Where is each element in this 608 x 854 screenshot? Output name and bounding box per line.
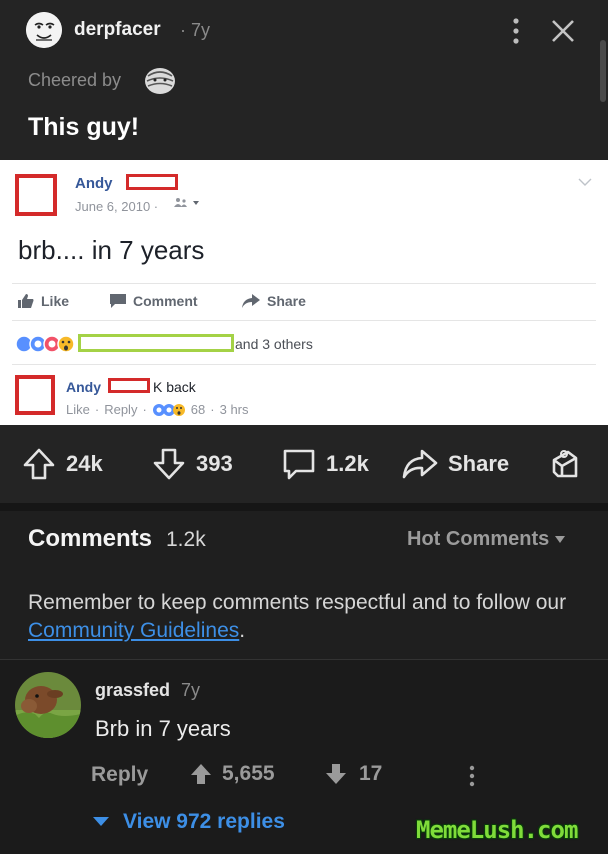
divider (12, 364, 596, 365)
section-separator (0, 503, 608, 511)
fb-reactions-text: and 3 others (235, 336, 313, 352)
comments-button[interactable]: 1.2k (282, 446, 369, 482)
comment-upvote-button[interactable]: 5,655 (190, 762, 275, 786)
fb-like-label: Like (41, 293, 70, 309)
caret-down-icon (555, 535, 566, 543)
fb-comment-action: Comment (110, 293, 198, 309)
fb-like-action: Like (18, 293, 69, 309)
commenter-avatar[interactable] (15, 672, 81, 738)
upvote-arrow-icon (191, 764, 211, 784)
fb-avatar-redacted (15, 375, 55, 415)
community-reminder: Remember to keep comments respectful and… (28, 589, 578, 645)
reaction-icons (14, 334, 76, 354)
award-button[interactable] (546, 446, 582, 482)
comment-downvote-count: 17 (359, 762, 383, 785)
fb-reply-like: Like (66, 402, 90, 417)
caret-down-icon (93, 817, 109, 826)
post-age: · 7y (180, 20, 211, 40)
comment-bubble-icon (283, 449, 315, 480)
upvote-arrow-icon (23, 448, 55, 480)
divider (12, 320, 596, 321)
divider (12, 283, 596, 284)
fb-author-name: Andy (75, 175, 113, 192)
redaction-box (126, 174, 178, 190)
commenter-username[interactable]: grassfed (95, 680, 170, 701)
op-username[interactable]: derpfacer (74, 19, 161, 41)
fb-reply-text: K back (153, 379, 196, 395)
downvote-button[interactable]: 393 (152, 446, 233, 482)
comment-body: Brb in 7 years (95, 716, 231, 741)
audience-icon (173, 197, 201, 212)
comment-bubble-icon (110, 294, 126, 308)
upvote-button[interactable]: 24k (22, 446, 103, 482)
community-guidelines-link[interactable]: Community Guidelines (28, 619, 239, 642)
sort-dropdown[interactable]: Hot Comments (407, 528, 566, 551)
scrollbar[interactable] (600, 40, 606, 102)
fb-reply-author: Andy (66, 379, 101, 395)
comment-count: 1.2k (326, 451, 369, 476)
fb-reply-meta: Like · Reply · 68 · 3 hrs (66, 402, 249, 417)
redaction-box (108, 378, 150, 393)
downvote-count: 393 (196, 451, 233, 476)
comment-upvote-count: 5,655 (222, 762, 275, 785)
fb-post-date: June 6, 2010 · (75, 199, 159, 214)
fb-comment-label: Comment (133, 293, 198, 309)
reminder-text: Remember to keep comments respectful and… (28, 591, 567, 614)
comment-downvote-button[interactable]: 17 (325, 762, 382, 786)
share-arrow-icon (242, 294, 260, 308)
more-options-icon[interactable] (508, 16, 524, 46)
comment-more-icon[interactable] (465, 764, 479, 788)
comments-title: Comments (28, 525, 153, 552)
reminder-suffix: . (239, 619, 246, 642)
reply-button[interactable]: Reply (91, 763, 148, 787)
fb-avatar-redacted (15, 174, 57, 216)
fb-share-label: Share (267, 293, 306, 309)
comment-age: 7y (181, 680, 201, 700)
upvote-count: 24k (66, 451, 103, 476)
fb-share-action: Share (242, 293, 306, 309)
view-replies-button[interactable]: View 972 replies (93, 810, 285, 834)
post-title: This guy! (28, 113, 140, 141)
view-replies-label: View 972 replies (123, 810, 285, 833)
reaction-icons (152, 403, 185, 416)
sort-label: Hot Comments (407, 528, 550, 550)
downvote-arrow-icon (153, 448, 185, 480)
fb-reply-reply: Reply (104, 402, 138, 417)
fb-post-text: brb.... in 7 years (18, 235, 205, 265)
fb-reply-count: 68 (190, 402, 206, 417)
close-icon[interactable] (550, 18, 576, 44)
comments-count: 1.2k (166, 528, 206, 551)
share-arrow-icon (402, 449, 438, 479)
op-avatar[interactable] (26, 12, 62, 48)
share-button[interactable]: Share (402, 446, 509, 482)
cheered-by-label: Cheered by (28, 70, 122, 90)
watermark: MemeLush.com (416, 816, 578, 844)
redaction-box (78, 334, 234, 352)
thumbs-up-icon (18, 294, 34, 308)
share-label: Share (448, 451, 510, 476)
chevron-down-icon (578, 176, 592, 190)
cheer-avatar-icon[interactable] (143, 66, 177, 96)
downvote-arrow-icon (326, 764, 346, 784)
gift-award-icon (552, 450, 578, 478)
fb-reply-time: 3 hrs (219, 402, 249, 417)
